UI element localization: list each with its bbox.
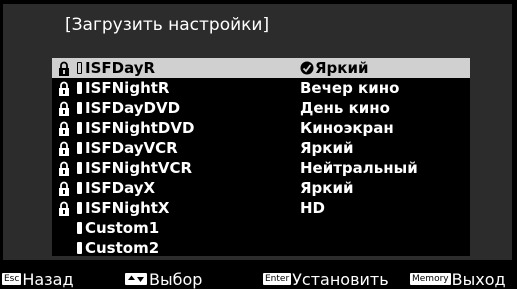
exit-hint[interactable]: Memory Выход bbox=[410, 269, 506, 289]
memory-name: ISFNightR bbox=[85, 79, 170, 97]
memory-slot-icon bbox=[77, 82, 82, 94]
esc-key: Esc bbox=[2, 273, 22, 285]
color-mode: Яркий bbox=[300, 139, 354, 157]
memory-name: ISFNightDVD bbox=[85, 119, 195, 137]
memory-key: Memory bbox=[410, 273, 451, 285]
select-hint[interactable]: Выбор bbox=[125, 269, 202, 289]
color-mode: Киноэкран bbox=[300, 119, 394, 137]
memory-name: ISFDayDVD bbox=[85, 99, 181, 117]
memory-slot-icon bbox=[77, 142, 82, 154]
memory-slot-icon bbox=[77, 222, 82, 234]
color-mode-label: Яркий bbox=[300, 179, 354, 197]
exit-label: Выход bbox=[451, 269, 506, 289]
memory-slot-icon bbox=[77, 182, 82, 194]
color-mode-label: Вечер кино bbox=[300, 79, 400, 97]
memory-slot-icon bbox=[77, 242, 82, 254]
color-mode-label: Яркий bbox=[315, 59, 369, 77]
color-mode-label: Нейтральный bbox=[300, 159, 418, 177]
lock-icon bbox=[59, 81, 69, 96]
lock-icon bbox=[59, 201, 69, 216]
back-hint[interactable]: Esc Назад bbox=[2, 269, 74, 289]
memory-list: ISFDayR Яркий ISFNightR Вечер кино ISFDa… bbox=[52, 58, 470, 258]
lock-icon bbox=[59, 141, 69, 156]
back-label: Назад bbox=[22, 269, 74, 289]
color-mode-label: Яркий bbox=[300, 139, 354, 157]
up-down-arrow-icon bbox=[125, 273, 147, 285]
page-title: [Загрузить настройки] bbox=[65, 15, 270, 35]
lock-icon bbox=[59, 121, 69, 136]
enter-key: Enter bbox=[263, 273, 292, 285]
color-mode: Яркий bbox=[300, 179, 354, 197]
color-mode-label: Киноэкран bbox=[300, 119, 394, 137]
memory-name: ISFNightX bbox=[85, 199, 170, 217]
lock-icon bbox=[59, 101, 69, 116]
color-mode: HD bbox=[300, 199, 325, 217]
list-item-isfdayr[interactable]: ISFDayR Яркий bbox=[52, 58, 470, 78]
list-item-isfdaydvd[interactable]: ISFDayDVD День кино bbox=[52, 98, 470, 118]
list-item-custom1[interactable]: Custom1 bbox=[52, 218, 470, 238]
memory-name: ISFDayR bbox=[85, 59, 156, 77]
memory-slot-icon bbox=[77, 162, 82, 174]
select-label: Выбор bbox=[149, 269, 203, 289]
memory-name: ISFNightVCR bbox=[85, 159, 193, 177]
memory-slot-icon bbox=[77, 202, 82, 214]
memory-name: ISFDayVCR bbox=[85, 139, 178, 157]
list-item-isfnightx[interactable]: ISFNightX HD bbox=[52, 198, 470, 218]
memory-slot-icon bbox=[77, 62, 82, 74]
list-item-isfnightr[interactable]: ISFNightR Вечер кино bbox=[52, 78, 470, 98]
color-mode: Яркий bbox=[300, 59, 369, 77]
list-item-isfdayx[interactable]: ISFDayX Яркий bbox=[52, 178, 470, 198]
memory-name: Custom2 bbox=[85, 239, 160, 257]
list-item-isfnightvcr[interactable]: ISFNightVCR Нейтральный bbox=[52, 158, 470, 178]
lock-icon bbox=[59, 61, 69, 76]
memory-name: ISFDayX bbox=[85, 179, 156, 197]
color-mode: Нейтральный bbox=[300, 159, 418, 177]
color-mode: Вечер кино bbox=[300, 79, 399, 97]
list-item-custom2[interactable]: Custom2 bbox=[52, 238, 470, 258]
list-item-isfdayvcr[interactable]: ISFDayVCR Яркий bbox=[52, 138, 470, 158]
color-mode-label: День кино bbox=[300, 99, 390, 117]
color-mode-label: HD bbox=[300, 199, 326, 217]
memory-slot-icon bbox=[77, 122, 82, 134]
lock-icon bbox=[59, 161, 69, 176]
color-mode: День кино bbox=[300, 99, 390, 117]
set-label: Установить bbox=[292, 269, 389, 289]
list-item-isfnightdvd[interactable]: ISFNightDVD Киноэкран bbox=[52, 118, 470, 138]
memory-slot-icon bbox=[77, 102, 82, 114]
memory-name: Custom1 bbox=[85, 219, 160, 237]
set-hint[interactable]: Enter Установить bbox=[263, 269, 389, 289]
current-mode-icon bbox=[300, 61, 314, 75]
lock-icon bbox=[59, 181, 69, 196]
footer-help-bar: Esc Назад Выбор Enter Установить Memory … bbox=[0, 269, 517, 289]
